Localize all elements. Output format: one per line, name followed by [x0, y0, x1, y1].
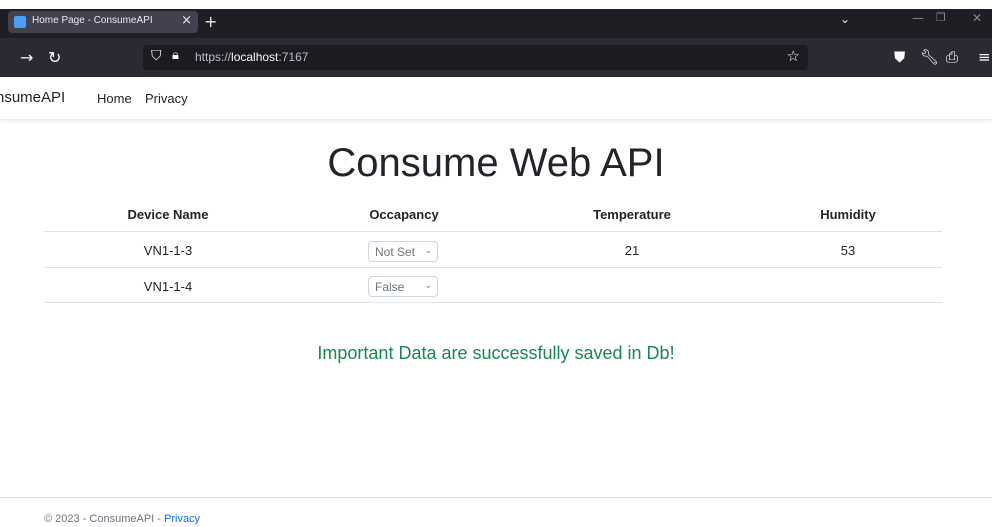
footer-divider	[0, 497, 992, 498]
column-header-occupancy: Occapancy	[369, 207, 439, 222]
reload-icon[interactable]: ↻	[48, 48, 61, 67]
tab-close-icon[interactable]: ×	[181, 13, 192, 28]
tab-title: Home Page - ConsumeAPI	[32, 15, 153, 26]
chevron-down-icon: ⌄	[424, 245, 432, 255]
new-tab-icon[interactable]: +	[204, 12, 217, 31]
forward-arrow-icon[interactable]: →	[20, 48, 33, 67]
column-header-temperature: Temperature	[593, 207, 671, 222]
close-window-icon[interactable]: ✕	[972, 11, 982, 25]
footer-privacy-link[interactable]: Privacy	[164, 513, 200, 525]
nav-link-privacy[interactable]: Privacy	[145, 91, 188, 106]
footer-copyright: © 2023 - ConsumeAPI -	[44, 513, 164, 525]
url-scheme: https://	[195, 50, 232, 64]
restore-icon[interactable]: ❐	[936, 11, 946, 24]
column-header-humidity: Humidity	[820, 207, 876, 222]
cell-temperature: 21	[624, 243, 640, 258]
brand-link[interactable]: nsumeAPI	[0, 89, 65, 106]
tracking-shield-icon[interactable]: ⛉	[151, 48, 162, 64]
cell-humidity: 53	[840, 243, 856, 258]
site-navbar: nsumeAPI Home Privacy	[0, 77, 992, 120]
table-row-divider	[44, 302, 942, 303]
table-header-divider	[44, 231, 942, 232]
nav-link-home[interactable]: Home	[97, 91, 132, 106]
url-text[interactable]: https://localhost:7167	[195, 50, 308, 64]
footer: © 2023 - ConsumeAPI - Privacy	[44, 513, 200, 525]
pocket-icon[interactable]: ⛊	[894, 48, 905, 66]
url-host: localhost	[231, 50, 279, 64]
cell-device-name: VN1-1-3	[143, 243, 193, 258]
page-title: Consume Web API	[327, 141, 665, 185]
occupancy-select-value: False	[375, 280, 405, 294]
list-tabs-chevron-icon[interactable]: ⌄	[840, 12, 850, 26]
column-header-device-name: Device Name	[127, 207, 209, 222]
bookmark-star-icon[interactable]: ☆	[787, 47, 800, 65]
occupancy-select[interactable]: Not Set ⌄	[368, 241, 438, 262]
address-bar[interactable]: ⛉ 🔒︎ https://localhost:7167 ☆	[143, 45, 808, 70]
wrench-icon[interactable]: 🔧︎	[920, 48, 939, 66]
minimize-icon[interactable]: —	[912, 11, 924, 25]
cell-device-name: VN1-1-4	[143, 279, 193, 294]
page-favicon-icon	[14, 16, 26, 28]
occupancy-select-value: Not Set	[375, 245, 416, 259]
table-row-divider	[44, 267, 942, 268]
browser-toolbar: → ↻ ⛉ 🔒︎ https://localhost:7167 ☆ ⛊ 🔧︎ ⎙…	[0, 38, 992, 77]
url-port: :7167	[278, 50, 309, 64]
menu-icon[interactable]: ≡	[978, 48, 991, 66]
extensions-icon[interactable]: ⎙	[946, 48, 958, 66]
chevron-down-icon: ⌄	[424, 280, 432, 290]
lock-icon[interactable]: 🔒︎	[172, 48, 179, 63]
occupancy-select[interactable]: False ⌄	[368, 276, 438, 297]
success-message: Important Data are successfully saved in…	[317, 343, 675, 363]
browser-tab-bar: Home Page - ConsumeAPI × + ⌄ — ❐ ✕	[0, 0, 992, 38]
browser-tab[interactable]: Home Page - ConsumeAPI ×	[8, 11, 198, 33]
window-top-strip	[0, 0, 992, 9]
